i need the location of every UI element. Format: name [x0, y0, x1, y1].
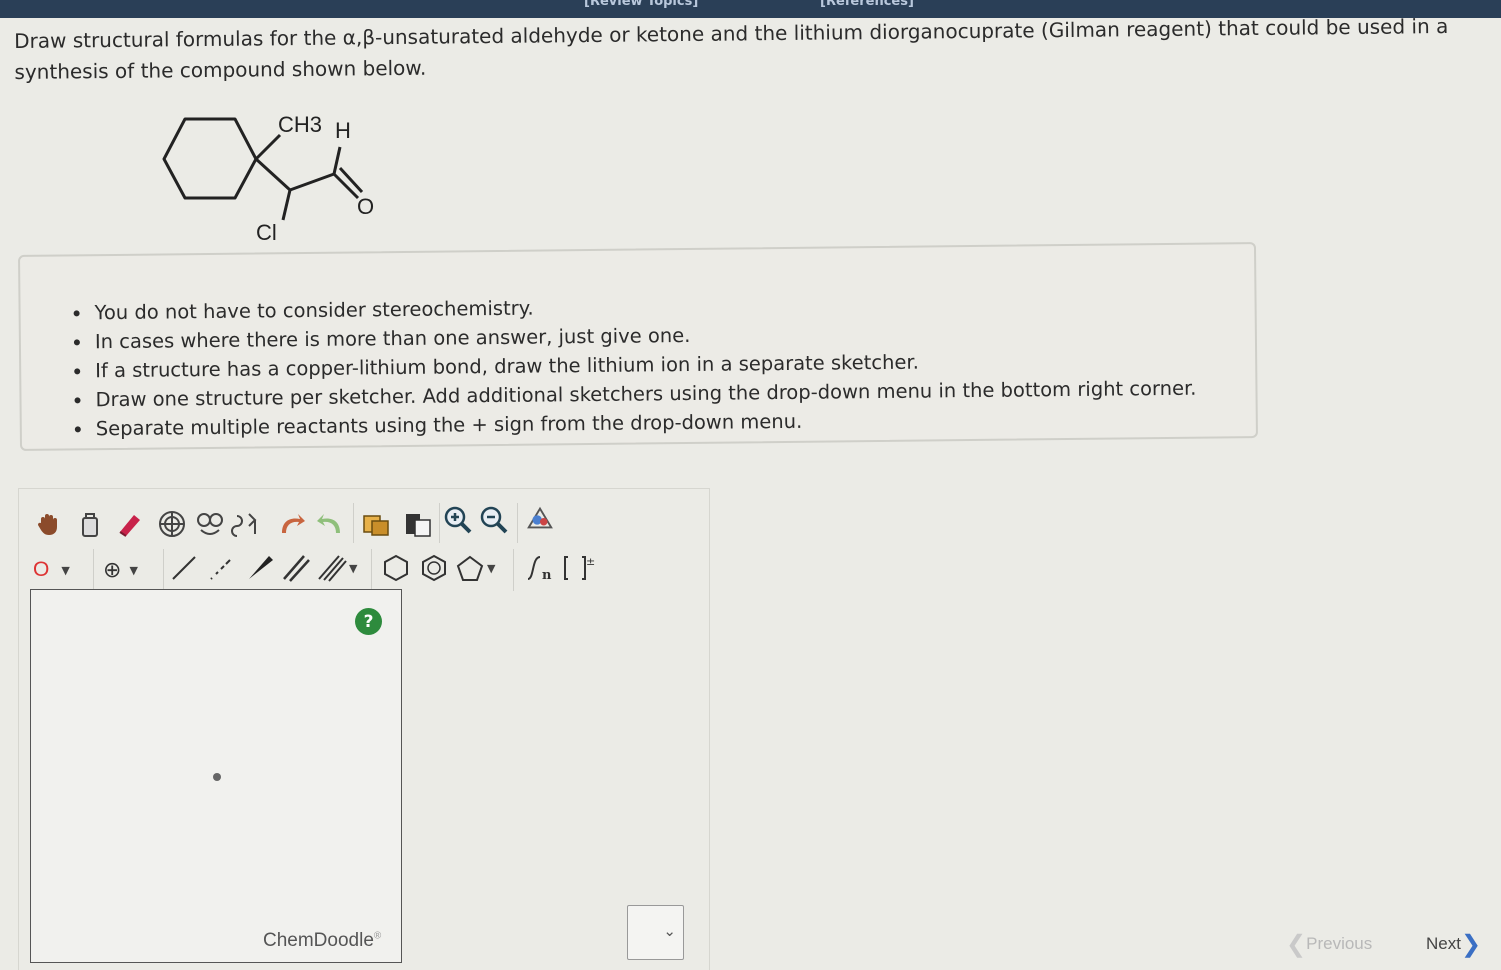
brand-text: ChemDoodle: [263, 930, 374, 951]
next-button[interactable]: Next❯: [1426, 930, 1481, 959]
previous-label: Previous: [1306, 934, 1373, 953]
center-icon[interactable]: [157, 509, 187, 539]
chlorine-label: Cl: [256, 220, 277, 245]
next-label: Next: [1426, 934, 1461, 953]
bond-ring-carbon: [254, 157, 292, 192]
lasso-icon[interactable]: [75, 509, 105, 539]
chevron-down-icon: ▼: [349, 561, 358, 575]
pentagon-ring-dropdown[interactable]: ▼: [455, 553, 509, 583]
chemdoodle-brand: ChemDoodle®: [263, 930, 381, 952]
bold-wedge-icon[interactable]: [245, 553, 275, 583]
cyclohexane-ring: [162, 117, 258, 200]
zoom-in-icon[interactable]: [443, 505, 473, 535]
bond-co-1: [332, 172, 360, 200]
copy-icon[interactable]: [361, 509, 391, 539]
bond-co-2: [338, 166, 364, 194]
charge-icon: ⊕: [103, 557, 122, 583]
atom-dropdown[interactable]: O ▼: [33, 555, 89, 585]
hashed-wedge-icon[interactable]: [207, 553, 237, 583]
chevron-down-icon: ▼: [61, 563, 70, 577]
chevron-down-icon: ▼: [487, 561, 496, 575]
add-sketcher-dropdown[interactable]: ⌄: [627, 905, 684, 960]
hydrogen-label: H: [335, 118, 351, 143]
chevron-left-icon: ❮: [1286, 931, 1307, 958]
hand-icon[interactable]: [33, 509, 63, 539]
bond-methyl: [254, 133, 282, 161]
methyl-label: CH3: [278, 112, 322, 137]
references-link[interactable]: [References]: [820, 0, 914, 9]
chevron-down-icon: ▼: [129, 563, 138, 577]
atom-label: O: [33, 558, 50, 581]
drawing-canvas[interactable]: ? ChemDoodle®: [30, 589, 402, 963]
eraser-icon[interactable]: [115, 509, 145, 539]
double-bond-icon[interactable]: [281, 553, 311, 583]
redo-icon[interactable]: [315, 509, 345, 539]
flip-icon[interactable]: [231, 509, 261, 539]
previous-button[interactable]: ❮Previous: [1286, 930, 1372, 959]
bond-hydrogen: [332, 146, 342, 175]
chevron-down-icon: ⌄: [663, 922, 676, 940]
help-button[interactable]: ?: [355, 608, 382, 635]
review-topics-link[interactable]: [Review Topics]: [584, 0, 698, 9]
instructions-box: You do not have to consider stereochemis…: [18, 242, 1258, 451]
svg-text:±: ±: [586, 555, 595, 568]
bond-chlorine: [281, 189, 292, 221]
query-icon[interactable]: [525, 503, 555, 533]
canvas-dot: [213, 773, 221, 781]
brand-mark: ®: [373, 930, 382, 942]
question-text: Draw structural formulas for the α,β-uns…: [14, 13, 1449, 84]
zoom-out-icon[interactable]: [479, 505, 509, 535]
paste-icon[interactable]: [403, 509, 433, 539]
chemdoodle-sketcher: O ▼ ⊕ ▼ ▼ ▼ n ± ? ChemDoodle®: [18, 488, 710, 970]
bracket-icon[interactable]: ±: [561, 553, 597, 583]
bond-carbonyl-carbon: [289, 172, 335, 192]
charge-dropdown[interactable]: ⊕ ▼: [103, 555, 159, 585]
chevron-right-icon: ❯: [1460, 931, 1482, 958]
benzene-ring-icon[interactable]: [419, 553, 449, 583]
svg-text:n: n: [542, 568, 552, 583]
undo-icon[interactable]: [277, 509, 307, 539]
single-bond-icon[interactable]: [169, 553, 199, 583]
hexagon-ring-icon[interactable]: [381, 553, 411, 583]
triple-bond-dropdown[interactable]: ▼: [317, 553, 369, 583]
instructions-list: You do not have to consider stereochemis…: [92, 286, 1255, 443]
sgroup-icon[interactable]: n: [521, 553, 557, 583]
oxygen-label: O: [357, 194, 374, 219]
target-molecule: CH3 H O Cl: [162, 112, 374, 245]
clean-icon[interactable]: [195, 509, 225, 539]
